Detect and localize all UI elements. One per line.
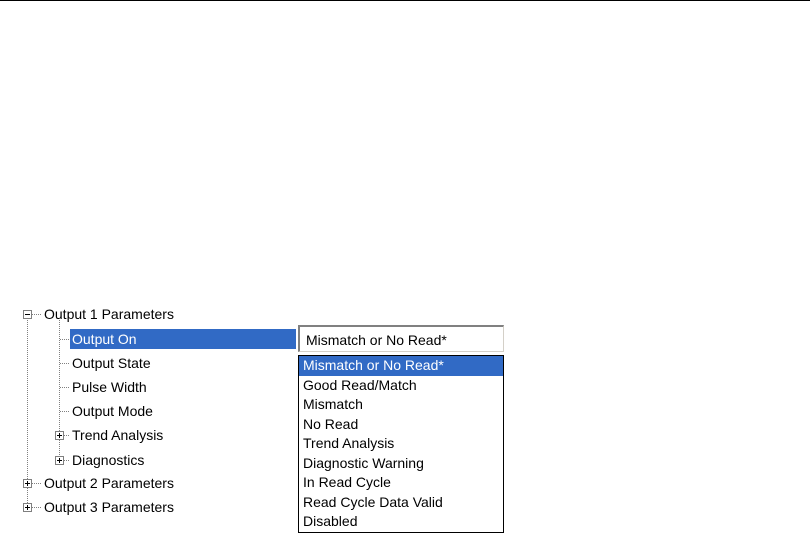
dropdown-option-disabled[interactable]: Disabled: [299, 512, 503, 532]
tree-item-output-mode[interactable]: Output Mode: [70, 401, 155, 421]
expand-icon[interactable]: [55, 431, 64, 440]
output-on-combobox[interactable]: Mismatch or No Read*: [298, 325, 504, 352]
dropdown-option-diagnostic-warning[interactable]: Diagnostic Warning: [299, 454, 503, 474]
dropdown-option-no-read[interactable]: No Read: [299, 415, 503, 435]
dropdown-option-read-cycle-data-valid[interactable]: Read Cycle Data Valid: [299, 493, 503, 513]
tree-item-pulse-width[interactable]: Pulse Width: [70, 377, 149, 397]
dropdown-option-mismatch-or-no-read[interactable]: Mismatch or No Read*: [299, 356, 503, 376]
tree-item-output-3-parameters[interactable]: Output 3 Parameters: [42, 497, 176, 517]
tree-item-diagnostics[interactable]: Diagnostics: [70, 450, 146, 470]
tree-item-output-state[interactable]: Output State: [70, 353, 153, 373]
dropdown-option-good-read-match[interactable]: Good Read/Match: [299, 376, 503, 396]
tree-item-output-2-parameters[interactable]: Output 2 Parameters: [42, 473, 176, 493]
dropdown-option-mismatch[interactable]: Mismatch: [299, 395, 503, 415]
tree-item-output-on[interactable]: Output On: [70, 329, 296, 349]
expand-icon[interactable]: [23, 479, 32, 488]
tree-item-trend-analysis[interactable]: Trend Analysis: [70, 425, 165, 445]
combobox-value: Mismatch or No Read*: [306, 332, 447, 348]
collapse-icon[interactable]: [23, 310, 32, 319]
expand-icon[interactable]: [55, 456, 64, 465]
expand-icon[interactable]: [23, 503, 32, 512]
dropdown-option-in-read-cycle[interactable]: In Read Cycle: [299, 473, 503, 493]
dropdown-option-trend-analysis[interactable]: Trend Analysis: [299, 434, 503, 454]
tree-item-output-1-parameters[interactable]: Output 1 Parameters: [42, 304, 176, 324]
output-on-dropdown-list[interactable]: Mismatch or No Read* Good Read/Match Mis…: [298, 355, 504, 533]
